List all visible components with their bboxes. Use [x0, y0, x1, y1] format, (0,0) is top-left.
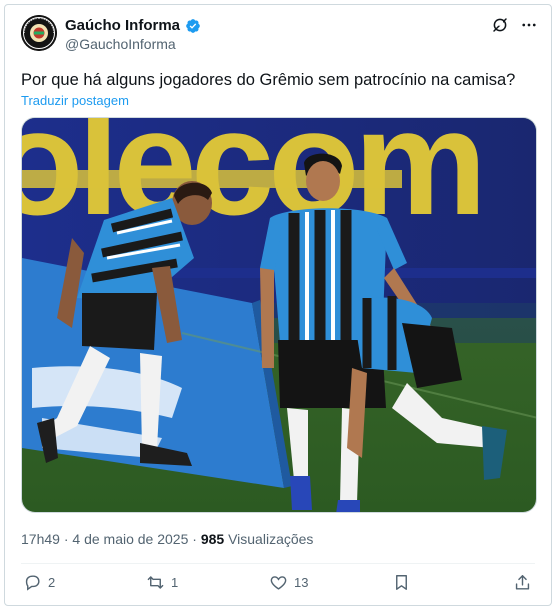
post-text: Por que há alguns jogadores do Grêmio se…	[21, 71, 516, 89]
post-date[interactable]: 4 de maio de 2025	[72, 531, 188, 547]
grok-icon[interactable]	[491, 16, 509, 34]
reply-count: 2	[48, 575, 56, 590]
views-count: 985	[200, 531, 225, 547]
football-match-photo: olecom	[22, 118, 536, 512]
avatar[interactable]	[21, 15, 57, 51]
heart-icon	[270, 576, 287, 590]
meta-separator: ·	[63, 531, 69, 547]
meta-separator-2: ·	[192, 531, 197, 547]
author-handle[interactable]: @GauchoInforma	[65, 36, 176, 52]
bookmark-icon	[396, 575, 407, 590]
author-name[interactable]: Gaúcho Informa	[65, 17, 180, 34]
like-button[interactable]: 13	[269, 573, 308, 592]
share-button[interactable]	[513, 573, 532, 592]
author-name-row[interactable]: Gaúcho Informa	[65, 17, 201, 34]
repost-button[interactable]: 1	[146, 573, 178, 592]
action-bar: 2 1 13	[5, 571, 551, 601]
post-card: Gaúcho Informa @GauchoInforma Por que há…	[4, 4, 552, 606]
reply-icon	[25, 575, 40, 591]
views-label: Visualizações	[228, 531, 314, 547]
post-time[interactable]: 17h49	[21, 531, 60, 547]
repost-count: 1	[171, 575, 179, 590]
post-meta: 17h49 · 4 de maio de 2025 · 985 Visualiz…	[21, 531, 313, 547]
more-icon[interactable]	[519, 16, 539, 34]
like-count: 13	[294, 575, 309, 590]
repost-icon	[147, 576, 164, 589]
reply-button[interactable]: 2	[23, 573, 55, 592]
post-photo[interactable]: olecom	[21, 117, 537, 513]
bookmark-button[interactable]	[392, 573, 411, 592]
gaucho-informa-logo-icon	[21, 15, 57, 51]
share-icon	[515, 575, 530, 590]
verified-badge-icon[interactable]	[185, 18, 201, 34]
divider	[21, 563, 535, 564]
translate-post-link[interactable]: Traduzir postagem	[21, 93, 129, 108]
